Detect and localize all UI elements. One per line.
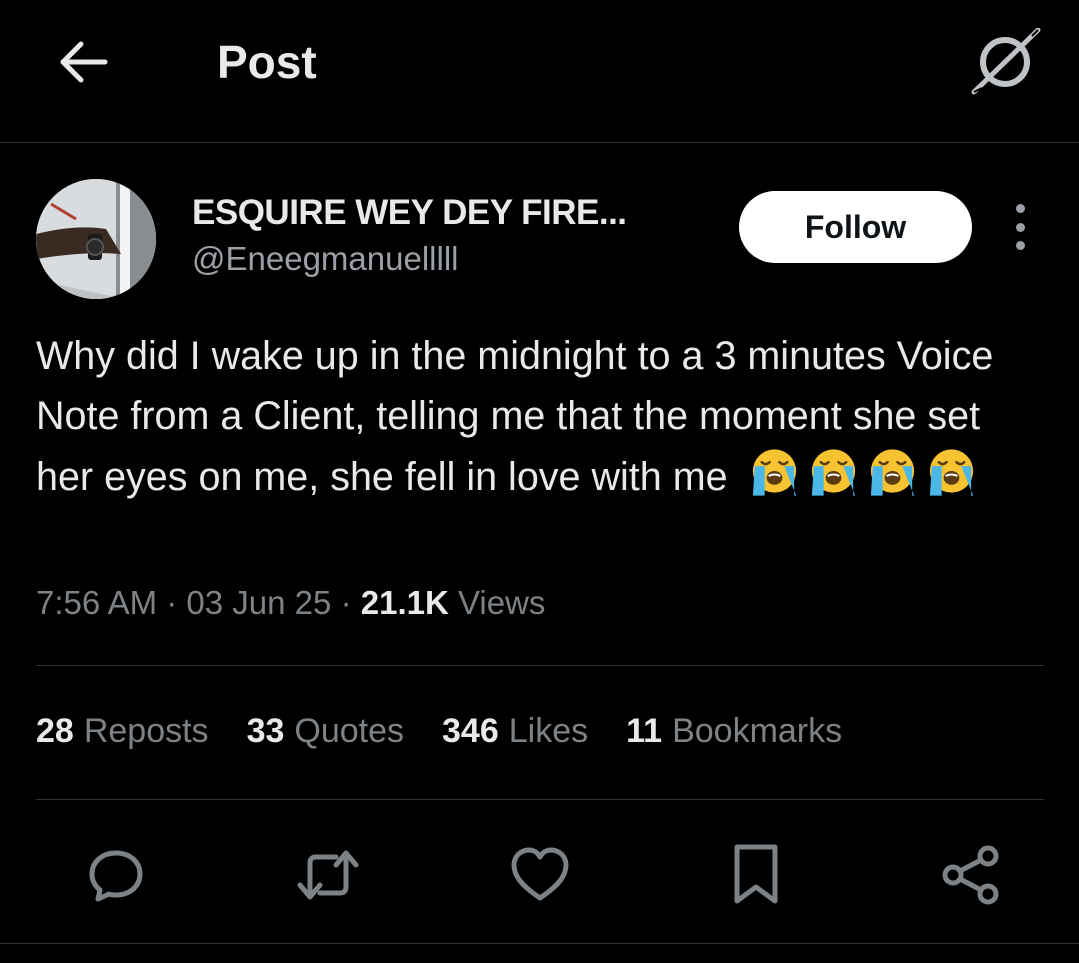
stat-count: 28 (36, 712, 74, 750)
action-bar (0, 830, 1079, 920)
repost-button[interactable] (293, 840, 363, 910)
reply-icon (89, 850, 143, 902)
follow-button[interactable]: Follow (739, 191, 972, 263)
stat-label: Likes (508, 712, 589, 750)
share-icon (942, 845, 999, 905)
stat-count: 33 (246, 712, 285, 750)
bookmark-icon (734, 844, 778, 904)
post-text: Why did I wake up in the midnight to a 3… (36, 326, 1046, 507)
stat-quotes[interactable]: 33 Quotes (247, 712, 404, 751)
page-title: Post (217, 36, 317, 88)
avatar[interactable] (36, 179, 156, 299)
stat-count: 346 (442, 712, 499, 750)
more-options-button[interactable] (1001, 204, 1039, 250)
grok-button[interactable] (968, 28, 1042, 96)
meta-separator: · (340, 584, 352, 621)
views-count[interactable]: 21.1K (361, 584, 449, 621)
more-vertical-icon (1015, 204, 1025, 213)
meta-separator: · (166, 584, 178, 621)
loudly-crying-face-icon (929, 449, 973, 496)
bookmark-button[interactable] (721, 840, 791, 910)
stat-label: Quotes (294, 712, 405, 750)
stat-likes[interactable]: 346 Likes (442, 712, 588, 751)
engagement-stats: 28 Reposts 33 Quotes 346 Likes 11 Bookmarks (36, 712, 842, 751)
arrow-left-icon (60, 41, 108, 83)
stat-reposts[interactable]: 28 Reposts (36, 712, 209, 751)
reply-button[interactable] (81, 840, 151, 910)
like-button[interactable] (505, 840, 575, 910)
repost-icon (297, 850, 359, 900)
more-vertical-icon-dot (1015, 222, 1025, 232)
share-button[interactable] (936, 840, 1006, 910)
heart-icon (511, 847, 569, 901)
user-handle[interactable]: @Eneegmanuelllll (192, 240, 458, 278)
stat-label: Bookmarks (672, 712, 843, 750)
views-label[interactable]: Views (458, 584, 545, 621)
back-button[interactable] (56, 34, 112, 90)
post-time[interactable]: 7:56 AM (36, 584, 157, 621)
grok-icon (971, 28, 1041, 95)
post-date[interactable]: 03 Jun 25 (186, 584, 331, 621)
loudly-crying-face-icon (870, 449, 914, 496)
stat-label: Reposts (83, 712, 209, 750)
bottom-divider (0, 943, 1079, 944)
avatar-photo (36, 179, 156, 299)
more-vertical-icon-dot (1015, 241, 1025, 250)
loudly-crying-face-icon (811, 449, 855, 496)
emoji-row (745, 446, 981, 498)
divider (36, 665, 1044, 666)
top-bar: Post (0, 0, 1079, 143)
loudly-crying-face-icon (752, 449, 796, 496)
divider (36, 799, 1044, 800)
display-name[interactable]: ESQUIRE WEY DEY FIRE... (192, 193, 627, 233)
stat-bookmarks[interactable]: 11 Bookmarks (626, 712, 842, 751)
stat-count: 11 (626, 712, 663, 750)
post-meta: 7:56 AM · 03 Jun 25 · 21.1K Views (36, 584, 545, 622)
